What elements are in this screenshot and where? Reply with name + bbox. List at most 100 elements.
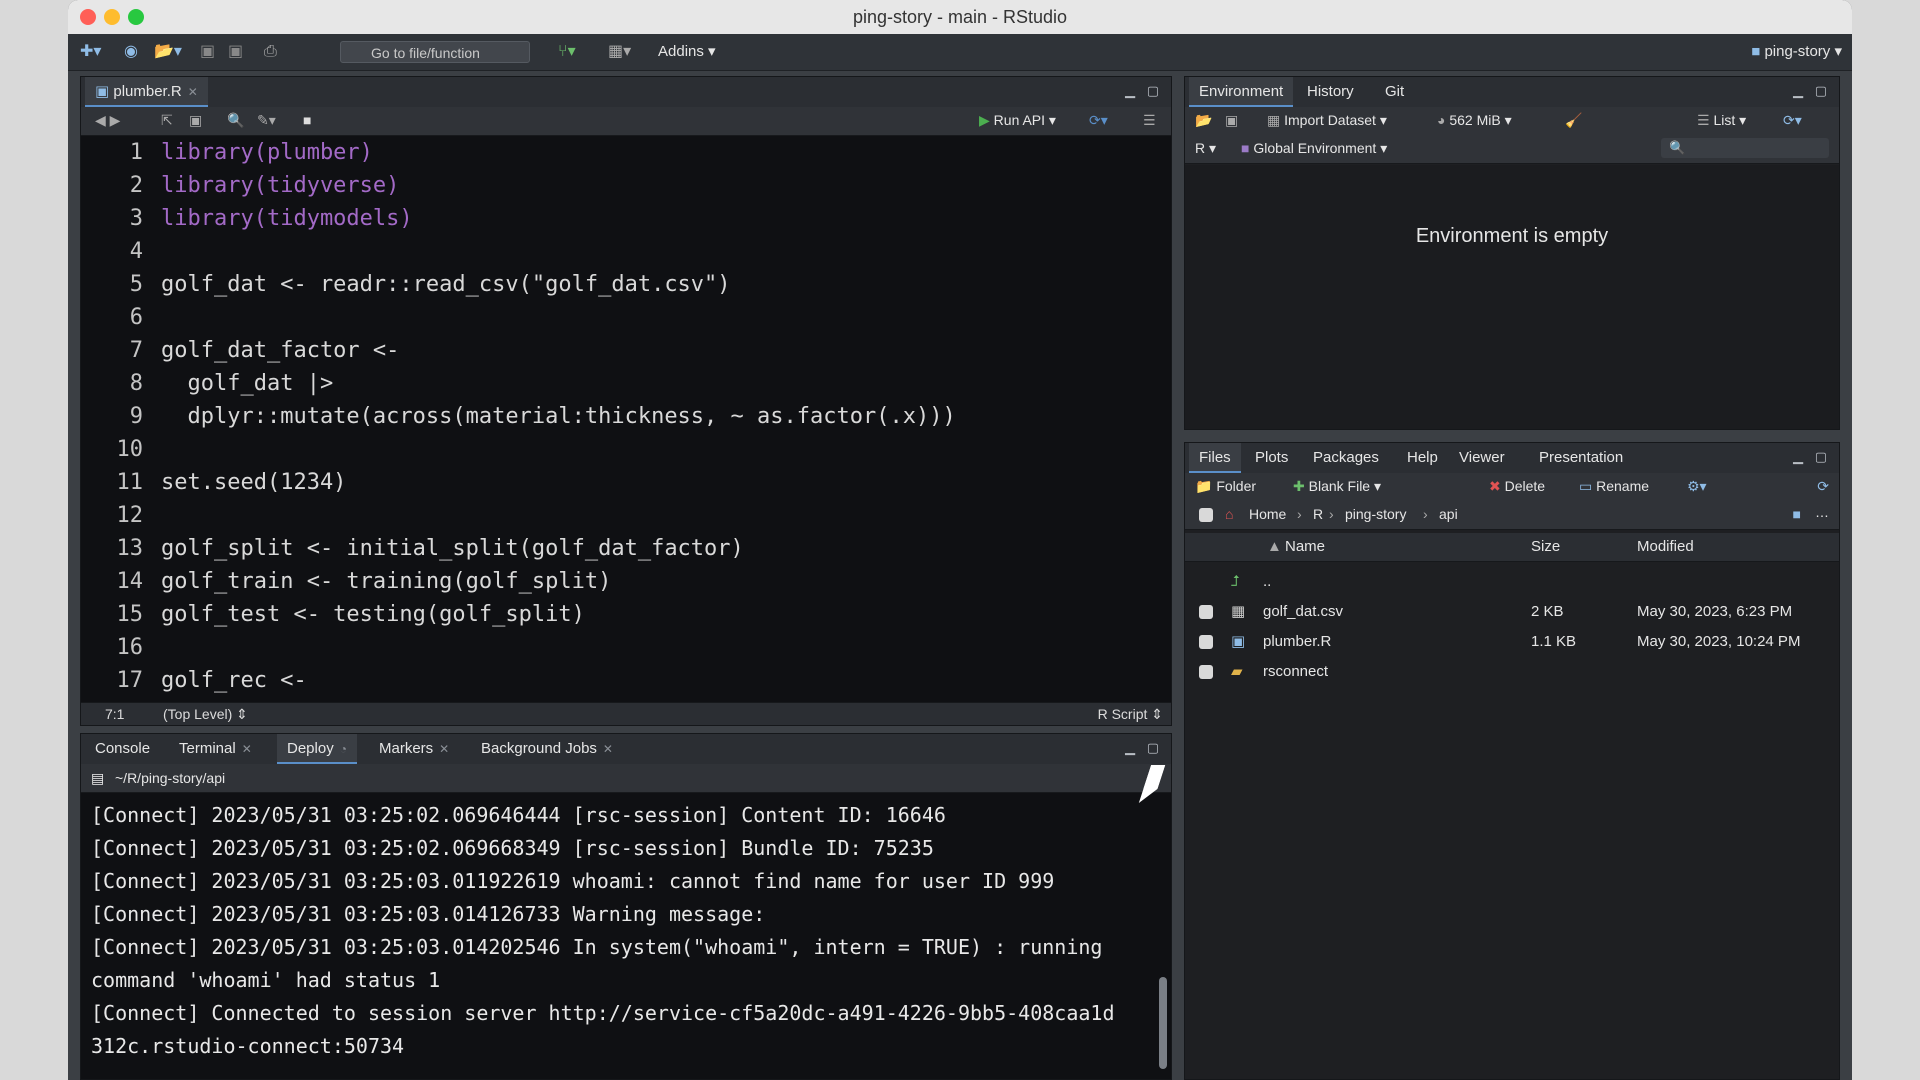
tab-viewer[interactable]: Viewer xyxy=(1449,443,1515,473)
vcs-icon[interactable]: ⑂▾ xyxy=(558,42,576,62)
breadcrumb-api[interactable]: api xyxy=(1439,506,1458,522)
print-icon[interactable]: ⎙ xyxy=(264,42,277,62)
row-checkbox[interactable] xyxy=(1199,605,1213,619)
tab-git[interactable]: Git xyxy=(1375,77,1414,107)
minimize-pane-icon[interactable]: ▁ xyxy=(1125,740,1135,756)
memory-usage-button[interactable]: ◕ 562 MiB ▾ xyxy=(1437,112,1512,129)
close-tab-icon[interactable]: ✕ xyxy=(439,742,449,756)
save-all-icon[interactable]: ▣ xyxy=(228,42,243,62)
outline-icon[interactable]: ☰ xyxy=(1143,112,1156,129)
table-row[interactable]: ▦ golf_dat.csv 2 KB May 30, 2023, 6:23 P… xyxy=(1185,597,1839,627)
file-name[interactable]: plumber.R xyxy=(1263,627,1331,657)
table-row[interactable]: ▰ rsconnect xyxy=(1185,657,1839,687)
environment-scope-selector[interactable]: ■ Global Environment ▾ xyxy=(1241,140,1387,157)
environment-search-input[interactable]: 🔍 xyxy=(1661,138,1829,158)
tab-presentation[interactable]: Presentation xyxy=(1529,443,1633,473)
parent-directory-row[interactable]: ⮥ .. xyxy=(1185,567,1839,597)
run-api-button[interactable]: ▶ Run API ▾ xyxy=(979,112,1056,129)
back-forward-icon[interactable]: ◀ ▶ xyxy=(95,112,120,129)
column-modified[interactable]: Modified xyxy=(1637,533,1694,561)
code-tools-icon[interactable]: ✎▾ xyxy=(257,112,276,129)
file-name[interactable]: golf_dat.csv xyxy=(1263,597,1343,627)
gear-icon[interactable]: ⚙▾ xyxy=(1687,478,1707,495)
blank-file-button[interactable]: ✚ Blank File ▾ xyxy=(1293,478,1381,495)
language-selector[interactable]: R ▾ xyxy=(1195,140,1216,157)
select-all-checkbox[interactable] xyxy=(1199,508,1213,522)
breadcrumb-home[interactable]: Home xyxy=(1249,506,1286,522)
tab-environment[interactable]: Environment xyxy=(1189,77,1294,107)
save-icon[interactable]: ▣ xyxy=(200,42,215,62)
new-project-icon[interactable]: ◉ xyxy=(124,42,138,62)
refresh-files-icon[interactable]: ⟳ xyxy=(1817,478,1829,495)
project-icon[interactable]: ■ xyxy=(1793,506,1801,522)
minimize-pane-icon[interactable]: ▁ xyxy=(1793,83,1803,99)
rename-button[interactable]: ▭ Rename xyxy=(1579,478,1649,495)
scope-selector[interactable]: (Top Level) ⇕ xyxy=(163,703,248,725)
save-file-icon[interactable]: ▣ xyxy=(189,112,202,129)
delete-icon: ✖ xyxy=(1489,478,1501,494)
publish-icon[interactable]: ⟳▾ xyxy=(1089,112,1108,129)
tab-plots[interactable]: Plots xyxy=(1245,443,1298,473)
tab-help[interactable]: Help xyxy=(1397,443,1448,473)
breadcrumb-project[interactable]: ping-story xyxy=(1345,506,1406,522)
maximize-pane-icon[interactable]: ▢ xyxy=(1147,740,1159,756)
tab-packages[interactable]: Packages xyxy=(1303,443,1389,473)
up-arrow-icon: ⮥ xyxy=(1231,573,1240,590)
home-icon[interactable]: ⌂ xyxy=(1225,506,1233,522)
breadcrumb-r[interactable]: R xyxy=(1313,506,1323,522)
console-scrollbar[interactable] xyxy=(1159,977,1167,1069)
tab-files[interactable]: Files xyxy=(1189,443,1241,473)
files-pane: Files Plots Packages Help Viewer Present… xyxy=(1184,442,1840,1080)
save-workspace-icon[interactable]: ▣ xyxy=(1225,112,1238,129)
find-icon[interactable]: 🔍 xyxy=(227,112,244,129)
import-dataset-button[interactable]: ▦ Import Dataset ▾ xyxy=(1267,112,1387,129)
tab-console[interactable]: Console xyxy=(85,734,160,764)
code-line: golf_test <- testing(golf_split) xyxy=(161,602,585,627)
refresh-icon[interactable]: ⟳▾ xyxy=(1783,112,1802,129)
table-row[interactable]: ▣ plumber.R 1.1 KB May 30, 2023, 10:24 P… xyxy=(1185,627,1839,657)
code-line: set.seed(1234) xyxy=(161,470,347,495)
column-size[interactable]: Size xyxy=(1531,533,1560,561)
row-checkbox[interactable] xyxy=(1199,665,1213,679)
deploy-log[interactable]: [Connect] 2023/05/31 03:25:02.069646444 … xyxy=(81,793,1171,1079)
goto-file-input[interactable]: Go to file/function xyxy=(340,41,530,63)
new-folder-button[interactable]: 📁 Folder xyxy=(1195,478,1256,495)
environment-toolbar: 📂 ▣ ▦ Import Dataset ▾ ◕ 562 MiB ▾ 🧹 ☰ L… xyxy=(1185,107,1839,136)
tab-history[interactable]: History xyxy=(1297,77,1364,107)
addins-menu[interactable]: Addins ▾ xyxy=(658,42,716,60)
minimize-pane-icon[interactable]: ▁ xyxy=(1793,449,1803,465)
editor-tabbar: ▣ plumber.R ✕ ▁ ▢ xyxy=(81,77,1171,108)
tab-background-jobs[interactable]: Background Jobs ✕ xyxy=(471,734,623,764)
broom-icon[interactable]: 🧹 xyxy=(1565,112,1582,129)
close-tab-icon[interactable]: ✕ xyxy=(188,85,198,99)
code-editor[interactable]: 1 library(plumber) 2 library(tidyverse) 3l… xyxy=(81,136,1171,703)
tab-deploy[interactable]: Deploy ◔ xyxy=(277,734,357,764)
minimize-pane-icon[interactable]: ▁ xyxy=(1125,83,1135,99)
maximize-pane-icon[interactable]: ▢ xyxy=(1815,449,1827,465)
new-file-icon[interactable]: ✚▾ xyxy=(80,42,101,62)
maximize-pane-icon[interactable]: ▢ xyxy=(1815,83,1827,99)
tab-terminal[interactable]: Terminal ✕ xyxy=(169,734,262,764)
console-tabbar: Console Terminal ✕ Deploy ◔ Markers ✕ Backg… xyxy=(81,734,1171,765)
show-in-window-icon[interactable]: ⇱ xyxy=(161,112,173,129)
file-name[interactable]: rsconnect xyxy=(1263,657,1328,687)
file-type-selector[interactable]: R Script ⇕ xyxy=(1098,703,1163,725)
row-checkbox[interactable] xyxy=(1199,635,1213,649)
open-file-icon[interactable]: 📂▾ xyxy=(154,42,182,62)
close-tab-icon[interactable]: ✕ xyxy=(242,742,252,756)
view-mode-button[interactable]: ☰ List ▾ xyxy=(1697,112,1746,129)
workspace-panes-icon[interactable]: ▦▾ xyxy=(608,42,631,62)
line-number: 13 xyxy=(116,536,144,561)
tab-markers[interactable]: Markers ✕ xyxy=(369,734,459,764)
project-menu[interactable]: ■ ping-story ▾ xyxy=(1751,42,1842,60)
delete-button[interactable]: ✖ Delete xyxy=(1489,478,1545,495)
maximize-pane-icon[interactable]: ▢ xyxy=(1147,83,1159,99)
more-options-icon[interactable]: … xyxy=(1815,504,1829,520)
notebook-icon[interactable]: ■ xyxy=(303,112,311,128)
folder-label: Folder xyxy=(1216,478,1257,494)
editor-tab-plumber[interactable]: ▣ plumber.R ✕ xyxy=(85,77,208,107)
load-workspace-icon[interactable]: 📂 xyxy=(1195,112,1212,129)
close-tab-icon[interactable]: ✕ xyxy=(603,742,613,756)
code-line: golf_train <- training(golf_split) xyxy=(161,569,612,594)
column-name[interactable]: Name xyxy=(1285,533,1325,561)
